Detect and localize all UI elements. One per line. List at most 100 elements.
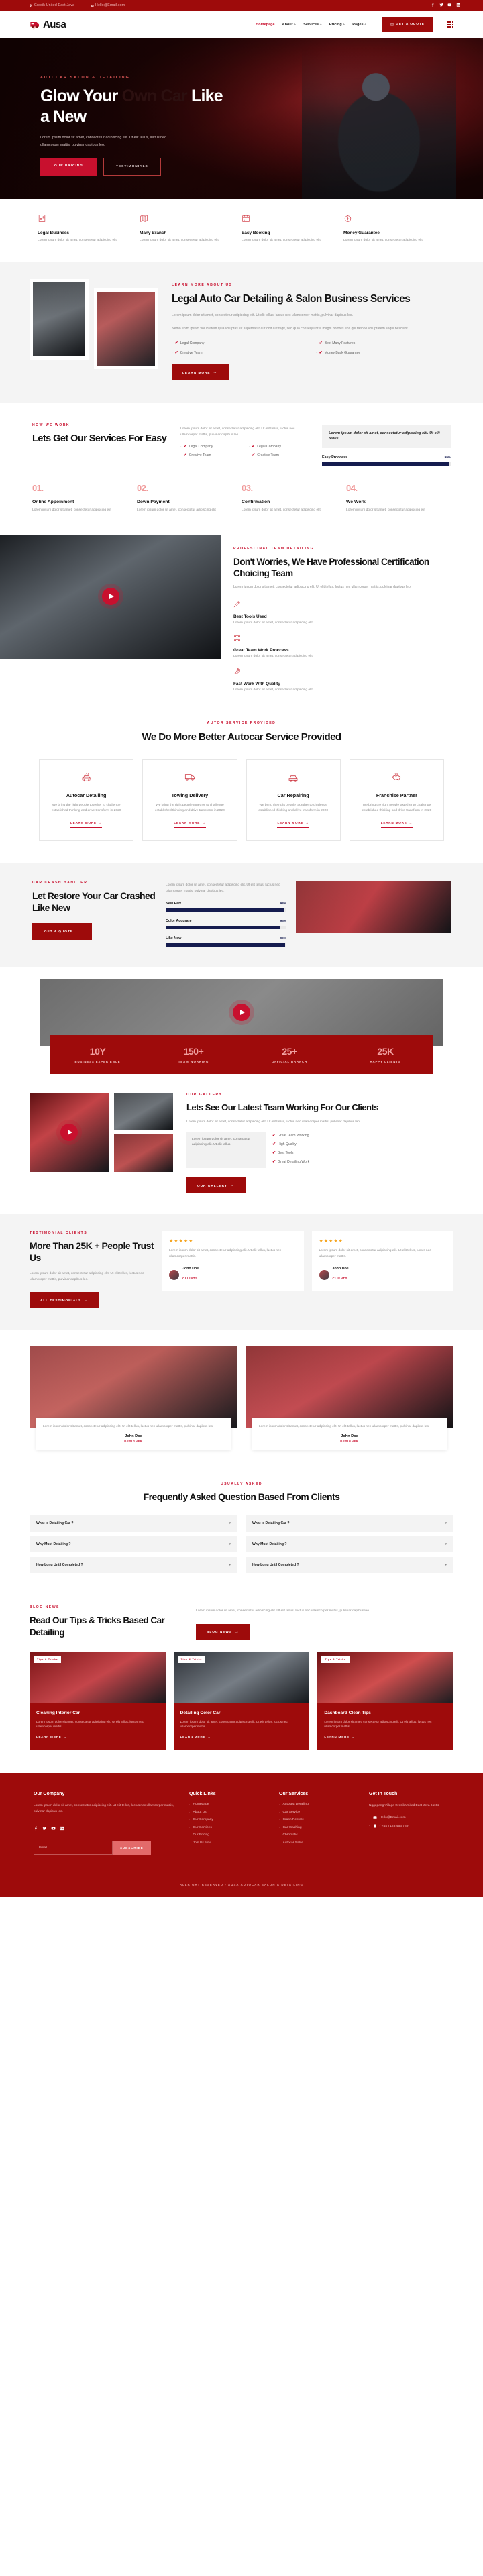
blog-image: Tips & Tricks	[173, 1652, 310, 1703]
menu-grid-icon[interactable]	[447, 21, 453, 28]
our-pricing-button[interactable]: OUR PRICING	[40, 158, 97, 176]
footer-link-autospa-detailing[interactable]: · Autospa Detailing	[279, 1803, 360, 1806]
footer-link-homepage[interactable]: · Homepage	[189, 1803, 270, 1806]
blog-learn-more-link[interactable]: LEARN MORE →	[324, 1735, 355, 1739]
linkedin-icon[interactable]	[60, 1822, 64, 1834]
testimonial-card-1: ★★★★★ Lorem ipsum dolor sit amet, consec…	[162, 1231, 304, 1291]
stat-number: 10Y	[89, 1046, 106, 1057]
subscribe-button[interactable]: SUBSCRIBE	[113, 1841, 151, 1856]
nav-item-services[interactable]: Services +	[303, 23, 322, 27]
hero-paragraph: Lorem ipsum dolor sit amet, consectetur …	[40, 136, 166, 148]
chevron-down-icon: ▾	[445, 1542, 447, 1547]
about-image-2	[97, 292, 155, 366]
link-label: LEARN MORE	[277, 821, 304, 825]
youtube-icon[interactable]	[447, 3, 452, 9]
service-learn-more-link[interactable]: LEARN MORE →	[174, 821, 206, 828]
checklist-item: · ✔ Legal Company	[180, 444, 244, 449]
play-button-icon[interactable]	[60, 1124, 78, 1142]
faq-item-1[interactable]: What Is Detailing Car ? ▾	[30, 1515, 237, 1532]
blog-learn-more-link[interactable]: LEARN MORE →	[36, 1735, 67, 1739]
play-button-icon[interactable]	[233, 1004, 250, 1022]
step-text: Lorem ipsum dolor sit amet, consectetur …	[137, 508, 216, 512]
linkedin-icon[interactable]	[456, 3, 461, 9]
faq-item-3[interactable]: Why Must Detailing ? ▾	[30, 1536, 237, 1553]
faq-item-6[interactable]: How Long Until Completed ? ▾	[246, 1557, 453, 1574]
play-button-icon[interactable]	[102, 588, 119, 606]
arrow-right-icon: →	[229, 1183, 235, 1188]
footer-link-car-service[interactable]: · Car Service	[279, 1811, 360, 1814]
blog-tag: Tips & Tricks	[34, 1656, 62, 1663]
about-image-1	[33, 282, 85, 357]
get-a-quote-button[interactable]: GET A QUOTE	[382, 17, 433, 32]
feature-easy-booking: Easy Booking Lorem ipsum dolor sit amet,…	[241, 214, 343, 243]
service-card-car-repairing[interactable]: Car Repairing We bring the right people …	[246, 759, 341, 841]
avatar	[169, 1269, 179, 1280]
feature-many-branch: Many Branch Lorem ipsum dolor sit amet, …	[140, 214, 241, 243]
service-learn-more-link[interactable]: LEARN MORE →	[380, 821, 413, 828]
gallery-video-thumbnail[interactable]	[30, 1093, 109, 1173]
link-label: LEARN MORE	[70, 821, 97, 825]
stat-label: BUSINESS EXPERIENCE	[74, 1060, 121, 1064]
faq-item-5[interactable]: How Long Until Completed ? ▾	[30, 1557, 237, 1574]
faq-item-2[interactable]: What Is Detailing Car ? ▾	[246, 1515, 453, 1532]
team-role: DESIGNER	[124, 1440, 143, 1444]
footer-contact-phone[interactable]: · ( +44 ) 123 456 789	[369, 1824, 449, 1828]
blog-card-detailing-color-car[interactable]: Tips & Tricks Detailing Color Car Lorem …	[173, 1652, 310, 1751]
facebook-icon[interactable]	[34, 1822, 38, 1834]
how-we-work-section: HOW WE WORK Lets Get Our Services For Ea…	[0, 403, 483, 535]
bullet-icon: ·	[172, 350, 173, 355]
topbar-location: · Gresik United East Java	[23, 3, 74, 7]
check-icon: ✔	[272, 1134, 276, 1138]
nav-item-homepage[interactable]: Homepage	[256, 23, 274, 27]
nav-label: Pricing	[329, 22, 342, 27]
step-title: Online Appoinment	[32, 499, 74, 504]
blog-card-dashboard-clean-tips[interactable]: Tips & Tricks Dashboard Clean Tips Lorem…	[317, 1652, 454, 1751]
twitter-icon[interactable]	[42, 1822, 47, 1834]
footer-link-crash-restore[interactable]: · Crash Restore	[279, 1818, 360, 1821]
footer-contact-email[interactable]: · Hello@Email.com	[369, 1815, 449, 1819]
crash-get-a-quote-button[interactable]: GET A QUOTE →	[32, 922, 92, 940]
blog-news-button[interactable]: BLOG NEWS →	[196, 1623, 250, 1640]
testimonial-name: John Doe	[332, 1267, 349, 1271]
testimonials-button[interactable]: TESTIMONIALS	[103, 158, 161, 176]
link-label: Car Service	[282, 1810, 301, 1814]
blog-learn-more-link[interactable]: LEARN MORE →	[180, 1735, 211, 1739]
youtube-icon[interactable]	[51, 1822, 56, 1834]
about-learn-more-button[interactable]: LEARN MORE →	[172, 364, 229, 381]
link-label: Autocar Salon	[282, 1841, 304, 1845]
faq-item-4[interactable]: Why Must Detailing ? ▾	[246, 1536, 453, 1553]
blog-card-cleaning-interior-car[interactable]: Tips & Tricks Cleaning Interior Car Lore…	[30, 1652, 166, 1751]
checklist-label: Legal Company	[180, 341, 205, 345]
footer-link-join-us-now[interactable]: · Join Us Now	[189, 1841, 270, 1845]
service-card-towing-delivery[interactable]: Towing Delivery We bring the right peopl…	[142, 759, 237, 841]
footer-link-our-company[interactable]: · Our Company	[189, 1818, 270, 1821]
copyright-text: ALLRIGHT RESERVED - AUSA AUTOCAR SALON &…	[179, 1883, 304, 1887]
footer-company-text: Lorem ipsum dolor sit amet, consectetur …	[34, 1804, 174, 1814]
brand-logo[interactable]: Ausa	[30, 19, 66, 30]
all-testimonials-button[interactable]: ALL TESTIMONIALS →	[30, 1292, 100, 1309]
twitter-icon[interactable]	[439, 3, 444, 9]
nav-item-about[interactable]: About +	[282, 23, 297, 27]
footer-link-car-washing[interactable]: · Car Washing	[279, 1826, 360, 1829]
footer-link-autocar-salon[interactable]: · Autocar Salon	[279, 1841, 360, 1845]
bullet-icon: ·	[369, 1815, 370, 1819]
service-card-autocar-detailing[interactable]: Autocar Detailing We bring the right peo…	[39, 759, 134, 841]
service-learn-more-link[interactable]: LEARN MORE →	[70, 821, 103, 828]
facebook-icon[interactable]	[431, 3, 435, 9]
footer-link-chromatic[interactable]: · Chromatic	[279, 1833, 360, 1837]
footer-link-about-us[interactable]: · About Us	[189, 1811, 270, 1814]
gallery-button[interactable]: OUR GALLERY →	[186, 1177, 246, 1194]
email-input[interactable]	[34, 1841, 113, 1856]
nav-item-pricing[interactable]: Pricing +	[329, 23, 345, 27]
nav-item-pages[interactable]: Pages +	[352, 23, 366, 27]
checklist-label: Creative Team	[189, 453, 211, 458]
bullet-icon: ·	[189, 1841, 191, 1845]
service-card-franchise-partner[interactable]: Franchise Partner We bring the right peo…	[349, 759, 444, 841]
professional-video-thumbnail[interactable]	[0, 534, 221, 659]
topbar-email[interactable]: · Hello@Email.com	[84, 3, 125, 7]
footer-link-our-services[interactable]: · Our Services	[189, 1826, 270, 1829]
footer-link-our-pricing[interactable]: · Our Pricing	[189, 1833, 270, 1837]
footer-contact-column: Get In Touch Nggepeng Village Gresik Uni…	[369, 1792, 449, 1855]
checklist-item: ✔ Great Detailing Work	[272, 1159, 309, 1165]
service-learn-more-link[interactable]: LEARN MORE →	[277, 821, 309, 828]
